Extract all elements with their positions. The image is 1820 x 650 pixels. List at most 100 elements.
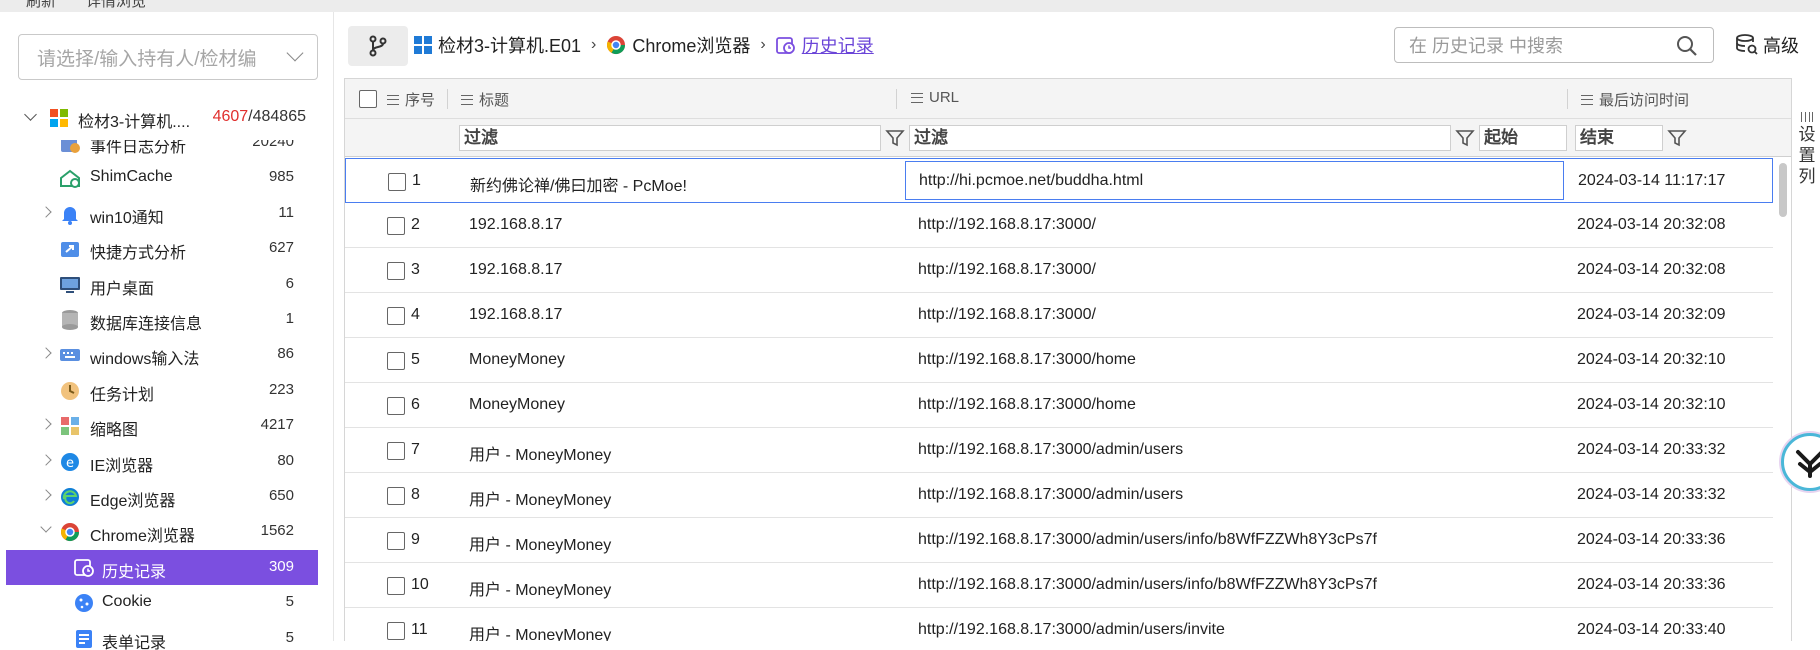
filter-icon[interactable] <box>885 128 905 148</box>
row-title[interactable]: 新约佛论禅/佛曰加密 - PcMoe! <box>470 172 687 196</box>
row-url[interactable]: http://192.168.8.17:3000/home <box>918 351 1136 369</box>
tree-item[interactable]: 缩略图 4217 <box>6 408 318 443</box>
tree-item[interactable]: 任务计划 223 <box>6 373 318 408</box>
breadcrumb-history[interactable]: 历史记录 <box>802 32 874 58</box>
expand-caret-icon[interactable] <box>40 521 52 534</box>
row-checkbox[interactable] <box>387 622 405 640</box>
row-title[interactable]: 用户 - MoneyMoney <box>469 531 611 555</box>
row-checkbox[interactable] <box>387 307 405 325</box>
row-url[interactable]: http://192.168.8.17:3000/admin/users <box>918 486 1183 504</box>
advanced-search-button[interactable]: 高级 <box>1735 30 1799 60</box>
expand-caret-icon[interactable] <box>40 418 52 430</box>
row-time[interactable]: 2024-03-14 20:32:10 <box>1577 351 1726 369</box>
tree-item[interactable]: win10通知 11 <box>6 196 318 231</box>
tree-item[interactable]: Edge浏览器 650 <box>6 479 318 514</box>
table-row[interactable]: 10 用户 - MoneyMoney http://192.168.8.17:300… <box>345 563 1773 608</box>
branch-toggle-button[interactable] <box>348 26 408 66</box>
tree-item[interactable]: 快捷方式分析 627 <box>6 231 318 266</box>
tree-item[interactable]: 表单记录 5 <box>6 621 318 650</box>
column-divider[interactable] <box>1567 89 1568 109</box>
row-time[interactable]: 2024-03-14 11:17:17 <box>1578 172 1725 190</box>
row-checkbox[interactable] <box>387 217 405 235</box>
row-url[interactable]: http://hi.pcmoe.net/buddha.html <box>919 172 1143 190</box>
column-header-time[interactable]: 最后访问时间 <box>1581 89 1689 110</box>
row-time[interactable]: 2024-03-14 20:33:32 <box>1577 486 1726 504</box>
row-title[interactable]: MoneyMoney <box>469 351 565 369</box>
holder-select[interactable]: 请选择/输入持有人/检材编 <box>18 34 318 80</box>
tree-item[interactable]: Chrome浏览器 1562 <box>6 514 318 549</box>
row-time[interactable]: 2024-03-14 20:32:10 <box>1577 396 1726 414</box>
time-end-filter-input[interactable]: 结束 <box>1575 125 1663 151</box>
column-divider[interactable] <box>896 89 897 109</box>
breadcrumb-chrome[interactable]: Chrome浏览器 <box>632 32 750 58</box>
row-checkbox[interactable] <box>387 442 405 460</box>
row-title[interactable]: 192.168.8.17 <box>469 261 562 279</box>
row-title[interactable]: 用户 - MoneyMoney <box>469 621 611 641</box>
column-header-url[interactable]: URL <box>911 89 959 106</box>
row-time[interactable]: 2024-03-14 20:33:32 <box>1577 441 1726 459</box>
expand-caret-icon[interactable] <box>40 489 52 501</box>
filter-icon[interactable] <box>1667 128 1687 148</box>
row-time[interactable]: 2024-03-14 20:32:08 <box>1577 216 1726 234</box>
row-url[interactable]: http://192.168.8.17:3000/admin/users <box>918 441 1183 459</box>
column-header-index[interactable]: 序号 <box>387 89 435 110</box>
row-title[interactable]: 用户 - MoneyMoney <box>469 486 611 510</box>
url-filter-input[interactable]: 过滤 <box>909 125 1451 151</box>
table-row[interactable]: 6 MoneyMoney http://192.168.8.17:3000/home… <box>345 383 1773 428</box>
breadcrumb-evidence[interactable]: 检材3-计算机.E01 <box>438 32 581 58</box>
table-row[interactable]: 8 用户 - MoneyMoney http://192.168.8.17:3000… <box>345 473 1773 518</box>
expand-caret-icon[interactable] <box>40 453 52 466</box>
row-checkbox[interactable] <box>387 262 405 280</box>
tree-item[interactable]: 数据库连接信息 1 <box>6 302 318 337</box>
column-divider[interactable] <box>447 89 448 109</box>
row-url[interactable]: http://192.168.8.17:3000/ <box>918 306 1096 324</box>
table-row[interactable]: 4 192.168.8.17 http://192.168.8.17:3000/20… <box>345 293 1773 338</box>
table-row[interactable]: 5 MoneyMoney http://192.168.8.17:3000/home… <box>345 338 1773 383</box>
row-checkbox[interactable] <box>387 397 405 415</box>
table-row[interactable]: 2 192.168.8.17 http://192.168.8.17:3000/20… <box>345 203 1773 248</box>
tree-item[interactable]: Cookie 5 <box>6 585 318 620</box>
title-filter-input[interactable]: 过滤 <box>459 125 881 151</box>
row-url[interactable]: http://192.168.8.17:3000/admin/users/inf… <box>918 576 1377 594</box>
select-all-checkbox[interactable] <box>359 90 377 108</box>
filter-icon[interactable] <box>1455 128 1475 148</box>
row-title[interactable]: 用户 - MoneyMoney <box>469 441 611 465</box>
row-time[interactable]: 2024-03-14 20:33:36 <box>1577 576 1726 594</box>
table-row[interactable]: 3 192.168.8.17 http://192.168.8.17:3000/20… <box>345 248 1773 293</box>
column-header-title[interactable]: 标题 <box>461 89 509 110</box>
row-title[interactable]: 192.168.8.17 <box>469 216 562 234</box>
table-row[interactable]: 7 用户 - MoneyMoney http://192.168.8.17:3000… <box>345 428 1773 473</box>
row-time[interactable]: 2024-03-14 20:32:08 <box>1577 261 1726 279</box>
row-url[interactable]: http://192.168.8.17:3000/home <box>918 396 1136 414</box>
tree-item[interactable]: 历史记录 309 <box>6 549 318 585</box>
row-checkbox[interactable] <box>387 532 405 550</box>
row-checkbox[interactable] <box>387 577 405 595</box>
search-input[interactable]: 在 历史记录 中搜索 <box>1394 27 1714 63</box>
row-url[interactable]: http://192.168.8.17:3000/admin/users/inv… <box>918 621 1225 639</box>
row-title[interactable]: MoneyMoney <box>469 396 565 414</box>
time-start-filter-input[interactable]: 起始 <box>1479 125 1567 151</box>
tree-item[interactable]: windows输入法 86 <box>6 337 318 372</box>
tree-root-evidence[interactable]: 检材3-计算机.... 4607/484865 <box>0 102 320 132</box>
row-url[interactable]: http://192.168.8.17:3000/ <box>918 261 1096 279</box>
tree-item[interactable]: ShimCache 985 <box>6 160 318 195</box>
row-checkbox[interactable] <box>387 352 405 370</box>
detail-label[interactable]: 详情浏览 <box>86 0 146 11</box>
row-title[interactable]: 192.168.8.17 <box>469 306 562 324</box>
row-checkbox[interactable] <box>388 173 406 191</box>
expand-caret-icon[interactable] <box>40 206 52 218</box>
vertical-scrollbar[interactable] <box>1779 163 1787 217</box>
table-row[interactable]: 11 用户 - MoneyMoney http://192.168.8.17:300… <box>345 608 1773 641</box>
row-time[interactable]: 2024-03-14 20:32:09 <box>1577 306 1726 324</box>
table-row[interactable]: 1 新约佛论禅/佛曰加密 - PcMoe! http://hi.pcmoe.net/… <box>345 158 1773 203</box>
search-icon[interactable] <box>1675 34 1699 58</box>
row-url[interactable]: http://192.168.8.17:3000/ <box>918 216 1096 234</box>
tree-item[interactable]: 事件日志分析 20240 <box>6 140 318 160</box>
row-checkbox[interactable] <box>387 487 405 505</box>
row-title[interactable]: 用户 - MoneyMoney <box>469 576 611 600</box>
expand-caret-icon[interactable] <box>24 108 37 121</box>
settings-columns-button[interactable]: 设 置 列 <box>1796 112 1818 187</box>
row-time[interactable]: 2024-03-14 20:33:40 <box>1577 621 1726 639</box>
table-row[interactable]: 9 用户 - MoneyMoney http://192.168.8.17:3000… <box>345 518 1773 563</box>
row-url[interactable]: http://192.168.8.17:3000/admin/users/inf… <box>918 531 1377 549</box>
